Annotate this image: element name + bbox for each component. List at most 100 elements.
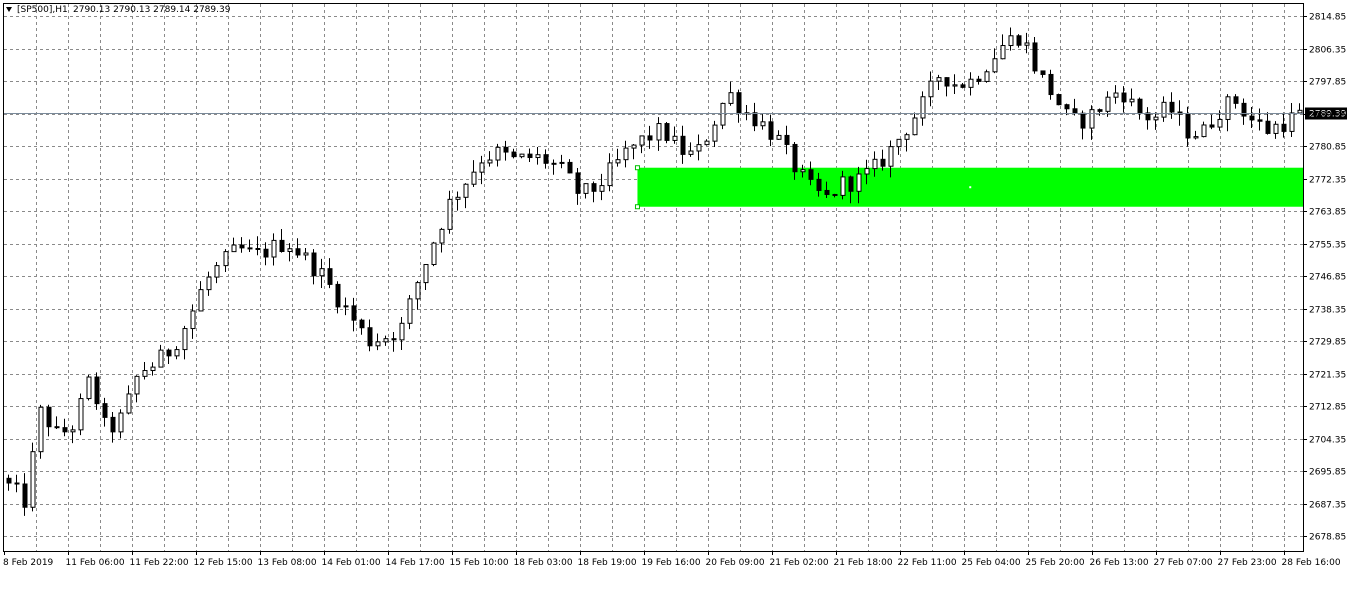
y-tick-label: 2772.35 xyxy=(1309,176,1346,186)
candle-body xyxy=(471,171,477,185)
candle-body xyxy=(1297,109,1303,114)
candle-body xyxy=(1032,42,1038,72)
x-tick-label: 12 Feb 15:00 xyxy=(194,558,253,568)
candle-body xyxy=(78,398,84,431)
candle-body xyxy=(22,483,28,508)
y-tick-label: 2797.85 xyxy=(1309,78,1346,88)
candle-body xyxy=(1097,109,1103,112)
candle-body xyxy=(134,375,140,395)
candle-body xyxy=(1000,45,1006,60)
candle-body xyxy=(247,247,253,250)
candle-body xyxy=(351,305,357,321)
candle-body xyxy=(1209,124,1215,128)
candle-body xyxy=(736,92,742,114)
candle-body xyxy=(551,162,557,165)
candle-body xyxy=(407,298,413,324)
candle-body xyxy=(880,158,886,167)
candle-body xyxy=(279,239,285,252)
candle-body xyxy=(1008,35,1014,47)
candle-body xyxy=(575,172,581,194)
x-tick-label: 26 Feb 13:00 xyxy=(1090,558,1149,568)
candle-body xyxy=(142,370,148,377)
zone-anchor-bottom xyxy=(634,204,640,210)
candle-body xyxy=(335,283,341,308)
candle-body xyxy=(1024,42,1030,46)
candle-body xyxy=(118,412,124,433)
candle-body xyxy=(1257,119,1263,122)
candle-body xyxy=(511,151,517,158)
candle-body xyxy=(816,178,822,191)
candle-body xyxy=(824,189,830,195)
candle-body xyxy=(174,349,180,357)
candle-body xyxy=(543,154,549,164)
candle-body xyxy=(303,252,309,256)
chart-canvas[interactable]: 2789.39 2814.852806.352797.852789.352780… xyxy=(0,0,1360,586)
candle-body xyxy=(263,248,269,258)
candle-body xyxy=(1016,35,1022,46)
x-tick-label: 25 Feb 20:00 xyxy=(1026,558,1085,568)
candle-body xyxy=(1265,120,1271,134)
candle-body xyxy=(888,146,894,167)
y-tick-label: 2678.85 xyxy=(1309,533,1346,543)
candle-body xyxy=(712,124,718,142)
candle-body xyxy=(1129,98,1135,103)
candle-body xyxy=(1113,92,1119,98)
x-tick-label: 27 Feb 07:00 xyxy=(1154,558,1213,568)
x-tick-label: 15 Feb 10:00 xyxy=(450,558,509,568)
candle-body xyxy=(255,247,261,250)
candle-body xyxy=(904,134,910,140)
chart-header: [SP500],H1 2790.13 2790.13 2789.14 2789.… xyxy=(6,5,231,15)
candle-body xyxy=(62,427,68,433)
zone-center-handle xyxy=(969,186,972,189)
candle-body xyxy=(1089,109,1095,129)
candle-body xyxy=(1185,113,1191,139)
candle-body xyxy=(1161,101,1167,118)
candle-body xyxy=(527,153,533,159)
candle-body xyxy=(1217,118,1223,128)
candle-body xyxy=(206,276,212,291)
candle-body xyxy=(54,426,60,429)
candle-body xyxy=(439,228,445,244)
candle-body xyxy=(367,327,373,347)
candle-body xyxy=(399,322,405,341)
candle-body xyxy=(30,451,36,508)
candle-body xyxy=(784,134,790,145)
candle-body xyxy=(46,406,52,428)
candle-body xyxy=(647,135,653,141)
candle-body xyxy=(359,319,365,329)
price-chart[interactable]: 2789.39 2814.85 2806.35 2797.85 2789.35 2780… xyxy=(0,0,1360,586)
x-tick-label: 21 Feb 18:00 xyxy=(834,558,893,568)
x-tick-label: 8 Feb 2019 xyxy=(3,558,54,568)
x-tick-label: 20 Feb 09:00 xyxy=(706,558,765,568)
candle-body xyxy=(992,58,998,73)
candle-body xyxy=(688,150,694,155)
x-tick-label: 11 Feb 06:00 xyxy=(66,558,125,568)
candle-body xyxy=(960,84,966,88)
candle-body xyxy=(495,146,501,161)
y-tick-label: 2780.85 xyxy=(1309,143,1346,153)
candle-body xyxy=(214,265,220,278)
x-tick-label: 25 Feb 04:00 xyxy=(962,558,1021,568)
candle-body xyxy=(1249,115,1255,121)
candle-body xyxy=(776,134,782,140)
candle-body xyxy=(864,168,870,175)
candle-body xyxy=(447,198,453,230)
candle-body xyxy=(808,169,814,180)
candle-body xyxy=(487,159,493,164)
candle-body xyxy=(6,477,12,484)
candle-body xyxy=(848,176,854,192)
candle-body xyxy=(615,159,621,164)
candle-body xyxy=(375,341,381,347)
candle-body xyxy=(166,349,172,357)
x-tick-label: 22 Feb 11:00 xyxy=(898,558,957,568)
x-tick-label: 14 Feb 01:00 xyxy=(322,558,381,568)
candle-body xyxy=(239,244,245,249)
candle-body xyxy=(976,78,982,82)
candle-body xyxy=(872,158,878,170)
candle-body xyxy=(110,416,116,433)
x-tick-label: 18 Feb 19:00 xyxy=(578,558,637,568)
x-tick-label: 13 Feb 08:00 xyxy=(258,558,317,568)
candle-body xyxy=(1273,123,1279,134)
candle-body xyxy=(519,153,525,158)
candle-body xyxy=(856,173,862,192)
